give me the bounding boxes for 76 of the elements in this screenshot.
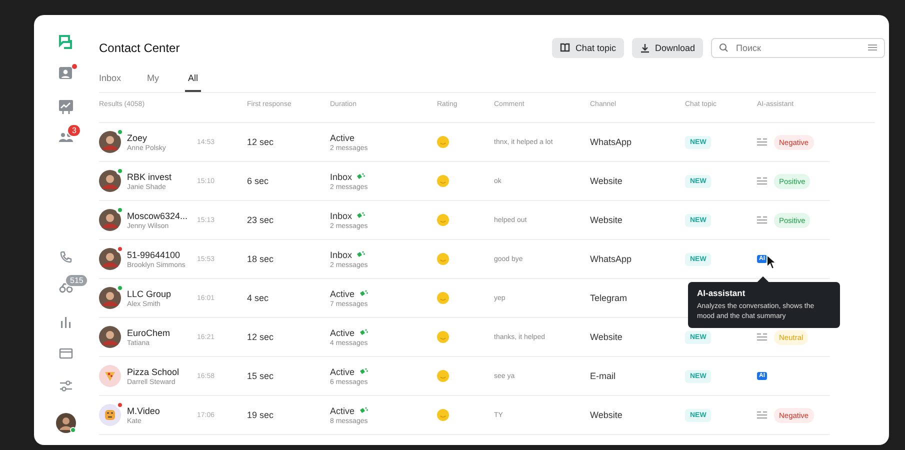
phone-icon[interactable] <box>60 251 72 264</box>
smiley-icon <box>437 136 449 148</box>
avatar <box>99 131 121 153</box>
channel: Telegram <box>590 293 628 303</box>
chat-name: 51-99644100 <box>127 250 182 260</box>
chat-status: Inbox <box>330 172 352 182</box>
chat-status: Inbox <box>330 250 352 260</box>
chart-icon[interactable] <box>58 98 74 115</box>
summary-icon[interactable] <box>757 177 767 185</box>
search-icon <box>719 43 728 52</box>
channel: E-mail <box>590 371 617 381</box>
chat-status: Active <box>330 406 355 416</box>
chat-name: RBK invest <box>127 172 173 182</box>
download-button[interactable]: Download <box>632 38 703 58</box>
book-icon <box>560 43 570 52</box>
tab[interactable]: Inbox <box>99 70 122 92</box>
search-field[interactable]: Поиск <box>711 38 885 58</box>
chat-status: Active <box>330 288 355 298</box>
user-avatar[interactable] <box>56 412 76 433</box>
summary-icon[interactable] <box>757 411 767 419</box>
chat-icon[interactable] <box>58 34 74 50</box>
smiley-icon <box>437 331 449 343</box>
tab[interactable]: All <box>185 70 202 92</box>
summary-icon[interactable] <box>757 216 767 224</box>
first-response: 4 sec <box>247 293 270 303</box>
channel: Website <box>590 332 624 342</box>
channel: Website <box>590 410 624 420</box>
avatar <box>99 248 121 270</box>
avatar <box>99 170 121 192</box>
channel: Website <box>590 176 624 186</box>
first-response: 12 sec <box>247 137 275 147</box>
first-response: 23 sec <box>247 215 275 225</box>
chat-status: Active <box>330 366 355 376</box>
chat-name: EuroChem <box>127 328 172 338</box>
chat-name: Moscow6324... <box>127 210 189 220</box>
summary-icon[interactable] <box>757 138 767 146</box>
channel: WhatsApp <box>590 254 633 264</box>
avatar <box>99 326 121 348</box>
count-badge: 515 <box>65 274 88 288</box>
first-response: 19 sec <box>247 410 275 420</box>
smiley-icon <box>437 253 449 265</box>
tooltip-title: AI-assistant <box>697 288 746 298</box>
first-response: 6 sec <box>247 176 270 186</box>
avatar <box>99 365 121 387</box>
bar-chart-icon[interactable] <box>60 316 72 328</box>
cursor-icon <box>766 254 777 270</box>
chat-status: Inbox <box>330 210 352 220</box>
smiley-icon <box>437 175 449 187</box>
chat-name: Pizza School <box>127 366 180 376</box>
chat-topic-button[interactable]: Chat topic <box>552 38 624 58</box>
first-response: 12 sec <box>247 332 275 342</box>
tab[interactable]: My <box>147 70 160 92</box>
first-response: 18 sec <box>247 254 275 264</box>
count-badge: 3 <box>67 124 82 137</box>
filter-icon[interactable] <box>868 43 877 52</box>
page-title: Contact Center <box>99 40 181 54</box>
chat-name: LLC Group <box>127 288 172 298</box>
credit-card-icon[interactable] <box>59 348 73 360</box>
smiley-icon <box>437 370 449 382</box>
chat-name: Zoey <box>127 132 148 142</box>
smiley-icon <box>437 292 449 304</box>
avatar <box>99 404 121 426</box>
summary-icon[interactable] <box>757 333 767 341</box>
binoculars-icon[interactable] <box>59 283 73 294</box>
chat-status: Active <box>330 132 355 142</box>
chat-name: M.Video <box>127 406 161 416</box>
chat-status: Active <box>330 328 355 338</box>
smiley-icon <box>437 214 449 226</box>
avatar <box>99 209 121 231</box>
download-icon <box>640 42 650 52</box>
channel: Website <box>590 215 624 225</box>
settings-icon[interactable] <box>59 380 73 392</box>
smiley-icon <box>437 409 449 421</box>
first-response: 15 sec <box>247 371 275 381</box>
channel: WhatsApp <box>590 137 633 147</box>
avatar <box>99 287 121 309</box>
